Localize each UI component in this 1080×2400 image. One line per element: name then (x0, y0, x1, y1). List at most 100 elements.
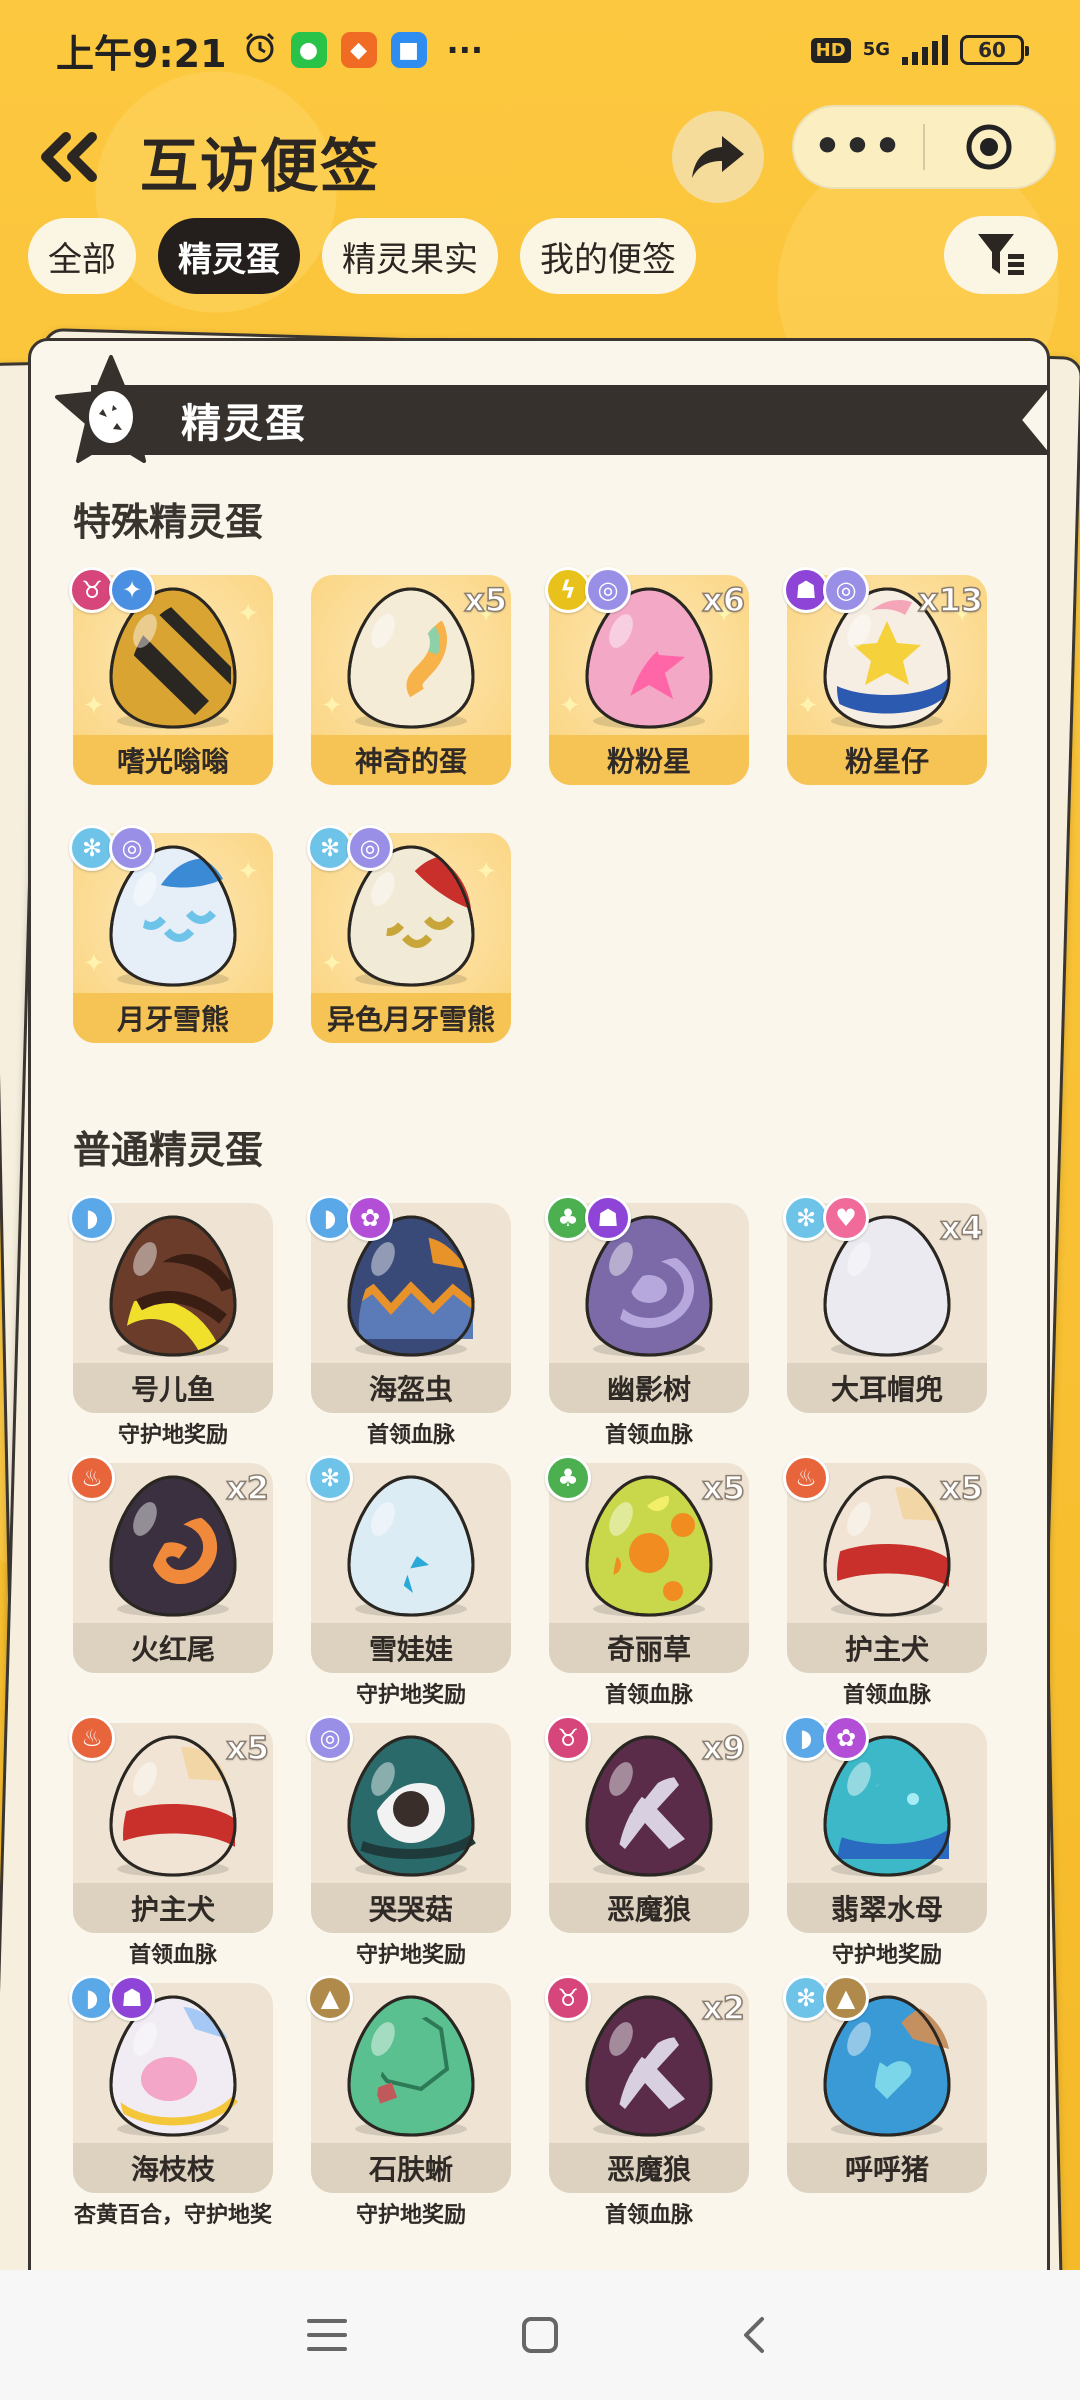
egg-card[interactable]: 恶魔狼 x2 ♉ 首领血脉 (545, 1975, 749, 2228)
illusion-type-icon: ◎ (307, 1715, 353, 1761)
egg-card[interactable]: ✦ ✦ 异色月牙雪熊 ✻ ◎ (307, 825, 511, 1043)
egg-source-label: 守护地奖励 (117, 1423, 228, 1448)
egg-image (347, 1475, 475, 1617)
ghost-type-icon: ☗ (585, 1195, 631, 1241)
egg-image (585, 1475, 713, 1617)
egg-name: 号儿鱼 (73, 1363, 273, 1413)
egg-name: 护主犬 (73, 1883, 273, 1933)
nav-menu-button[interactable] (297, 2305, 357, 2365)
ghost-type-icon: ☗ (109, 1975, 155, 2021)
egg-card[interactable]: ✦ ✦ 粉星仔 x13 ☗ ◎ (783, 567, 987, 785)
signal-icon (902, 35, 948, 65)
system-nav-bar (0, 2270, 1080, 2400)
egg-card[interactable]: 呼呼猪 ✻ ▲ (783, 1975, 987, 2193)
egg-card[interactable]: 护主犬 x5 ♨ 首领血脉 (69, 1715, 273, 1968)
egg-card[interactable]: 海枝枝 ◗ ☗ 杏黄百合，守护地奖 (69, 1975, 273, 2228)
nav-back-button[interactable] (723, 2305, 783, 2365)
egg-name: 火红尾 (73, 1623, 273, 1673)
egg-name: 护主犬 (787, 1623, 987, 1673)
filter-icon (978, 234, 1024, 275)
egg-source-label: 首领血脉 (604, 2203, 693, 2228)
egg-name: 恶魔狼 (549, 2143, 749, 2193)
network-label: 5G (862, 39, 890, 60)
type-tags: ✻ ◎ (69, 825, 155, 871)
egg-image (347, 587, 475, 729)
egg-name: 恶魔狼 (549, 1883, 749, 1933)
alarm-icon (243, 31, 277, 69)
egg-card[interactable]: ✦ ✦ 嗜光嗡嗡 ♉ ✦ (69, 567, 273, 785)
egg-name: 幽影树 (549, 1363, 749, 1413)
egg-card[interactable]: 雪娃娃 ✻ 守护地奖励 (307, 1455, 511, 1708)
type-tags: ♣ (545, 1455, 591, 1501)
target-icon (966, 124, 1012, 170)
egg-image (337, 1735, 485, 1877)
tab-fruits[interactable]: 精灵果实 (322, 218, 498, 294)
type-tags: ◗ ✿ (307, 1195, 393, 1241)
light-type-icon: ✦ (109, 567, 155, 613)
section-title: 精灵蛋 (181, 401, 307, 447)
type-tags: ☗ ◎ (783, 567, 869, 613)
egg-source-label: 杏黄百合，守护地奖 (73, 2203, 272, 2228)
ground-type-icon: ▲ (823, 1975, 869, 2021)
tab-my-notes[interactable]: 我的便签 (520, 218, 696, 294)
egg-source-label: 首领血脉 (604, 1683, 693, 1708)
back-chevron-icon (744, 2317, 765, 2353)
bug-type-icon: ✿ (347, 1195, 393, 1241)
egg-source-label: 首领血脉 (128, 1943, 217, 1968)
egg-card[interactable]: 火红尾 x2 ♨ (69, 1455, 273, 1673)
egg-count: x2 (701, 1988, 745, 2028)
illusion-type-icon: ◎ (823, 567, 869, 613)
type-tags: ◗ ☗ (69, 1975, 155, 2021)
filter-button[interactable] (944, 216, 1058, 294)
egg-card[interactable]: 大耳帽兜 x4 ✻ ♥ (783, 1195, 987, 1413)
tab-eggs[interactable]: 精灵蛋 (158, 218, 300, 294)
more-button[interactable]: ••• (794, 117, 923, 177)
type-tags: ♉ ✦ (69, 567, 155, 613)
type-tags: ◗ ✿ (783, 1715, 869, 1761)
egg-card[interactable]: 幽影树 ♣ ☗ 首领血脉 (545, 1195, 749, 1448)
egg-image (585, 1995, 713, 2137)
egg-name: 异色月牙雪熊 (311, 993, 511, 1043)
egg-image (109, 1215, 247, 1357)
category-tabs: 全部 精灵蛋 精灵果实 我的便签 (28, 218, 696, 294)
illusion-type-icon: ◎ (585, 567, 631, 613)
egg-card[interactable]: 海盔虫 ◗ ✿ 首领血脉 (307, 1195, 511, 1448)
illusion-type-icon: ◎ (347, 825, 393, 871)
type-tags: ♨ (69, 1715, 115, 1761)
special-eggs-heading: 特殊精灵蛋 (73, 500, 264, 544)
egg-card[interactable]: 哭哭菇 ◎ 守护地奖励 (307, 1715, 511, 1968)
status-bar: 上午9:21 ● ◆ ■ ··· HD 5G 60 (0, 0, 1080, 100)
demon-type-icon: ♉ (545, 1715, 591, 1761)
battery-icon: 60 (960, 35, 1029, 65)
type-tags: ♨ (783, 1455, 829, 1501)
type-tags: ▲ (307, 1975, 353, 2021)
fire-type-icon: ♨ (69, 1715, 115, 1761)
egg-image (347, 1995, 475, 2137)
egg-name: 石肤蜥 (311, 2143, 511, 2193)
share-arrow-icon (692, 136, 744, 178)
egg-count: x6 (701, 580, 745, 620)
notes-paper: 精灵蛋 特殊精灵蛋 ✦ ✦ 嗜光嗡嗡 ♉ ✦ ✦ ✦ 神奇的蛋 x5 ✦ ✦ 粉粉星 x6 ϟ ◎ ✦ ✦… (28, 338, 1050, 2400)
app-blue-icon: ■ (390, 32, 427, 68)
more-notifications-icon: ··· (446, 31, 483, 69)
egg-card[interactable]: 护主犬 x5 ♨ 首领血脉 (783, 1455, 987, 1708)
egg-count: x9 (701, 1728, 745, 1768)
egg-card[interactable]: 号儿鱼 ◗ 守护地奖励 (69, 1195, 273, 1448)
share-button[interactable] (672, 111, 764, 203)
egg-card[interactable]: ✦ ✦ 粉粉星 x6 ϟ ◎ (545, 567, 749, 785)
egg-card[interactable]: 奇丽草 x5 ♣ 首领血脉 (545, 1455, 749, 1708)
nav-home-button[interactable] (510, 2305, 570, 2365)
egg-card[interactable]: 恶魔狼 x9 ♉ (545, 1715, 749, 1933)
fire-type-icon: ♨ (69, 1455, 115, 1501)
egg-count: x5 (939, 1468, 983, 1508)
egg-name: 粉粉星 (549, 735, 749, 785)
egg-card[interactable]: 石肤蜥 ▲ 守护地奖励 (307, 1975, 511, 2228)
type-tags: ◗ (69, 1195, 115, 1241)
close-miniprogram-button[interactable] (925, 122, 1054, 172)
egg-card[interactable]: ✦ ✦ 神奇的蛋 x5 (311, 575, 511, 785)
egg-card[interactable]: 翡翠水母 ◗ ✿ 守护地奖励 (783, 1715, 987, 1968)
egg-image (585, 1735, 713, 1877)
egg-card[interactable]: ✦ ✦ 月牙雪熊 ✻ ◎ (69, 825, 273, 1043)
back-button[interactable] (30, 117, 110, 197)
tab-all[interactable]: 全部 (28, 218, 136, 294)
